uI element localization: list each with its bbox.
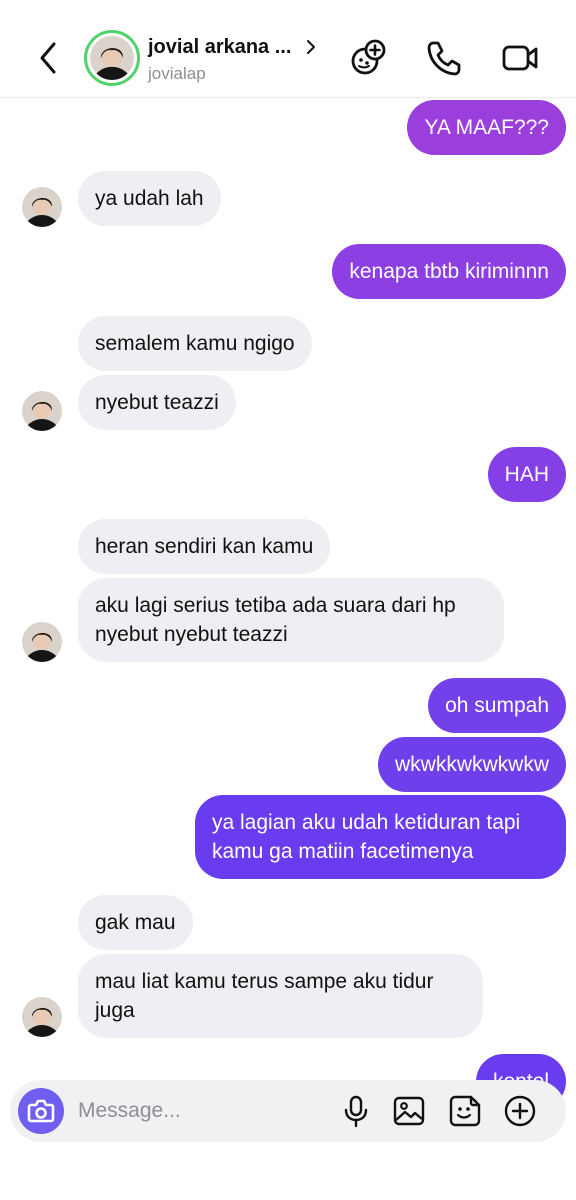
image-icon[interactable] [391, 1093, 427, 1129]
chat-header: jovial arkana ... jovialap [0, 0, 576, 98]
profile-photo-icon [22, 187, 62, 227]
message-received[interactable]: semalem kamu ngigo [78, 316, 312, 371]
contact-username: jovialap [148, 64, 206, 83]
message-sent[interactable]: YA MAAF??? [407, 100, 566, 155]
message-received[interactable]: heran sendiri kan kamu [78, 519, 331, 574]
message-received[interactable]: mau liat kamu terus sampe aku tidur juga [78, 954, 483, 1038]
chat-screen: jovial arkana ... jovialap YA MAAF??? ya… [0, 0, 576, 1200]
contact-avatar[interactable] [22, 391, 62, 431]
microphone-icon[interactable] [338, 1093, 374, 1129]
chevron-right-icon[interactable] [304, 38, 318, 56]
profile-photo-icon [22, 391, 62, 431]
camera-button[interactable] [18, 1088, 64, 1134]
back-chevron-icon[interactable] [32, 38, 66, 78]
message-sent[interactable]: oh sumpah [428, 678, 566, 733]
sticker-icon[interactable] [447, 1093, 483, 1129]
header-avatar[interactable] [84, 30, 140, 86]
contact-avatar[interactable] [22, 622, 62, 662]
profile-photo-icon [22, 622, 62, 662]
message-sent[interactable]: wkwkkwkwkwkw [378, 737, 566, 792]
camera-icon [27, 1099, 55, 1123]
profile-photo-icon [22, 997, 62, 1037]
sticker-plus-icon[interactable] [348, 38, 388, 78]
message-received[interactable]: gak mau [78, 895, 193, 950]
profile-photo-icon [90, 36, 134, 80]
message-composer [10, 1080, 566, 1142]
video-camera-icon[interactable] [500, 38, 540, 78]
message-sent[interactable]: HAH [487, 447, 566, 502]
plus-circle-icon[interactable] [502, 1093, 538, 1129]
message-input[interactable] [78, 1096, 328, 1126]
message-received[interactable]: aku lagi serius tetiba ada suara dari hp… [78, 578, 504, 662]
phone-icon[interactable] [424, 38, 464, 78]
message-sent[interactable]: ya lagian aku udah ketiduran tapi kamu g… [195, 795, 566, 879]
contact-avatar[interactable] [22, 997, 62, 1037]
message-received[interactable]: ya udah lah [78, 171, 221, 226]
contact-name[interactable]: jovial arkana ... [148, 36, 291, 59]
message-sent[interactable]: kenapa tbtb kiriminnn [332, 244, 566, 299]
contact-avatar[interactable] [22, 187, 62, 227]
message-received[interactable]: nyebut teazzi [78, 375, 236, 430]
